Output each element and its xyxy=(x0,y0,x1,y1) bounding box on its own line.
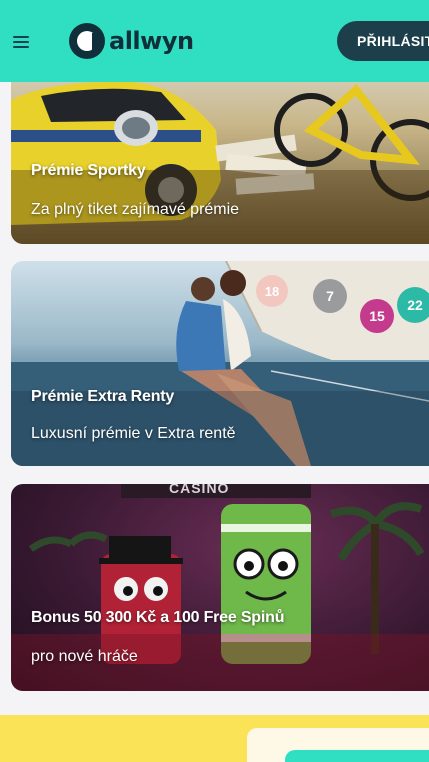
top-header: allwyn PŘIHLÁSIT xyxy=(0,0,429,82)
promo-title: Prémie Extra Renty xyxy=(31,388,175,405)
hamburger-menu-icon[interactable] xyxy=(13,36,29,48)
casino-sign-text: CASINO xyxy=(169,484,230,496)
promo-title: Bonus 50 300 Kč a 100 Free Spinů xyxy=(31,609,285,626)
bottom-promo-button[interactable] xyxy=(285,750,429,762)
logo-text: allwyn xyxy=(109,27,194,55)
lottery-ball: 15 xyxy=(360,299,394,333)
login-button[interactable]: PŘIHLÁSIT xyxy=(337,21,429,61)
lottery-ball: 22 xyxy=(397,287,429,323)
promo-title: Prémie Sportky xyxy=(31,162,146,179)
promo-card-sportka[interactable]: Prémie Sportky Za plný tiket zajímavé pr… xyxy=(11,60,429,244)
promo-subtitle: pro nové hráče xyxy=(31,648,138,665)
allwyn-logo[interactable]: allwyn xyxy=(69,21,194,61)
allwyn-logo-icon xyxy=(69,23,105,59)
lottery-ball: 7 xyxy=(313,279,347,313)
promo-subtitle: Luxusní prémie v Extra rentě xyxy=(31,425,236,442)
promo-card-extra-renta[interactable]: 18 7 15 22 Prémie Extra Renty Luxusní pr… xyxy=(11,261,429,466)
promo-card-casino-bonus[interactable]: CASINO Bonus 50 300 Kč a 100 Free Spinů … xyxy=(11,484,429,691)
promo-subtitle: Za plný tiket zajímavé prémie xyxy=(31,201,240,218)
lottery-ball: 18 xyxy=(256,275,288,307)
